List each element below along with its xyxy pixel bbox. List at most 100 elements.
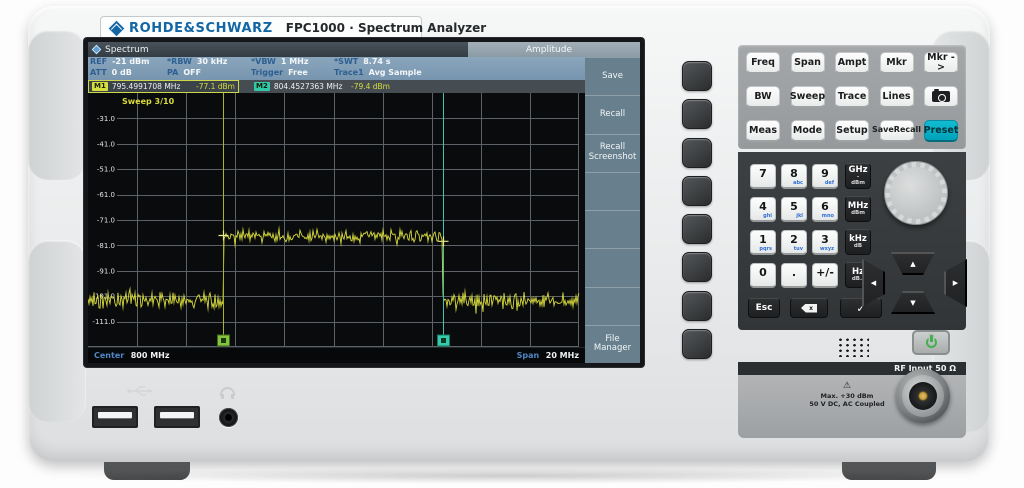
- menu-item-empty: [585, 172, 640, 210]
- setting-label: Trigger: [251, 68, 283, 77]
- softkey-button-8[interactable]: [682, 329, 712, 359]
- model-number: FPC1000: [286, 21, 345, 35]
- rf-warning: ⚠ Max. +30 dBm 50 V DC, AC Coupled: [795, 381, 899, 409]
- digit-label: 9: [813, 167, 837, 180]
- key-line: Recall: [894, 126, 921, 134]
- camera-key[interactable]: [924, 86, 958, 108]
- check-key[interactable]: ✓: [840, 298, 882, 318]
- digit-key-0[interactable]: 0: [750, 263, 776, 288]
- digit-key-8[interactable]: 8abc: [781, 164, 807, 189]
- setting-rbw: *RBW30 kHz: [167, 57, 227, 66]
- unit-key-khz[interactable]: kHzdB: [845, 229, 871, 255]
- digit-key-9[interactable]: 9def: [812, 164, 838, 189]
- key-span[interactable]: Span: [791, 52, 825, 74]
- setting-trace1: Trace1Avg Sample: [334, 68, 422, 77]
- setting-label: REF: [90, 57, 107, 66]
- key-meas[interactable]: Meas: [746, 120, 780, 142]
- key-trace[interactable]: Trace: [835, 86, 869, 108]
- unit-key-mhz[interactable]: MHzdBm: [845, 196, 871, 222]
- digit-key-2[interactable]: 2tuv: [781, 230, 807, 255]
- key-ampt[interactable]: Ampt: [835, 52, 869, 74]
- key-sweep[interactable]: Sweep: [791, 86, 825, 108]
- marker-readout-row: M1 795.4991708 MHz -77.1 dBm M2 804.4527…: [88, 80, 585, 93]
- span-label: Span: [517, 351, 540, 360]
- marker-1-badge: M1: [92, 82, 108, 91]
- headphone-jack[interactable]: [219, 408, 238, 427]
- usb-port-1[interactable]: [92, 406, 138, 428]
- setting-value: 8.74 s: [363, 57, 390, 66]
- digit-key-6[interactable]: 6mno: [812, 197, 838, 222]
- power-button[interactable]: [912, 330, 950, 355]
- softkey-button-5[interactable]: [682, 214, 712, 244]
- rotary-knob[interactable]: [884, 161, 948, 225]
- key-setup[interactable]: Setup: [835, 120, 869, 142]
- setting-value: -21 dBm: [112, 57, 149, 66]
- key-mode[interactable]: Mode: [791, 120, 825, 142]
- key-lines[interactable]: Lines: [880, 86, 914, 108]
- digit-key-7[interactable]: 7: [750, 164, 776, 189]
- digit-label: 4: [751, 200, 775, 213]
- softkey-button-4[interactable]: [682, 176, 712, 206]
- key-save-recall[interactable]: SaveRecall: [880, 120, 914, 142]
- settings-bar[interactable]: REF-21 dBm*RBW30 kHz*VBW1 MHz*SWT8.74 sA…: [88, 57, 585, 80]
- unit-label: MHz: [848, 202, 869, 211]
- softkey-button-1[interactable]: [682, 61, 712, 91]
- digit-label: .: [782, 266, 806, 279]
- softkey-button-3[interactable]: [682, 138, 712, 168]
- key-preset[interactable]: Preset: [924, 120, 958, 142]
- settings-row: REF-21 dBm*RBW30 kHz*VBW1 MHz*SWT8.74 s: [88, 57, 585, 68]
- digit-sub-label: tuv: [794, 246, 803, 252]
- menu-item-recall-screenshot[interactable]: Recall Screenshot: [585, 134, 640, 172]
- digit-label: 0: [751, 266, 775, 279]
- arrow-up-icon: ▲: [910, 260, 915, 268]
- key-mkr[interactable]: Mkr: [880, 52, 914, 74]
- menu-item-recall[interactable]: Recall: [585, 95, 640, 133]
- setting-value: OFF: [183, 68, 201, 77]
- digit-key-5[interactable]: 5jkl: [781, 197, 807, 222]
- setting-trigger: TriggerFree: [251, 68, 308, 77]
- backspace-key[interactable]: x: [790, 298, 828, 318]
- marker-2-level: -79.4 dBm: [351, 82, 390, 91]
- screen-title-bar: Spectrum Amplitude: [88, 42, 640, 57]
- setting-label: *RBW: [167, 57, 192, 66]
- esc-key-key[interactable]: Esc: [748, 298, 780, 318]
- softkey-button-2[interactable]: [682, 99, 712, 129]
- brand-name: ROHDE&SCHWARZ: [129, 21, 273, 36]
- digit-key-1[interactable]: 1pqrs: [750, 230, 776, 255]
- backspace-icon: x: [801, 304, 817, 313]
- key-bw[interactable]: BW: [746, 86, 780, 108]
- digit-key-plus-minus[interactable]: +/-: [812, 263, 838, 288]
- key-freq[interactable]: Freq: [746, 52, 780, 74]
- active-menu-title: Amplitude: [526, 45, 572, 55]
- active-menu-header: Amplitude: [468, 42, 640, 57]
- unit-sub-label: dB: [854, 244, 862, 250]
- display-bezel: Spectrum Amplitude REF -21 dBm *RBW30 kHz*…: [84, 38, 644, 367]
- rf-connector-pin: [918, 391, 928, 401]
- softkey-button-6[interactable]: [682, 252, 712, 282]
- marker-1-frequency: 795.4991708 MHz: [112, 82, 181, 91]
- key-line: Save: [872, 126, 894, 134]
- menu-item-empty: [585, 248, 640, 286]
- menu-item-save[interactable]: Save: [585, 57, 640, 95]
- marker-2-readout[interactable]: M2 804.4527363 MHz -79.4 dBm: [251, 80, 393, 93]
- unit-key-ghz[interactable]: GHz-dBm: [845, 163, 871, 189]
- digit-key-dot[interactable]: .: [781, 263, 807, 288]
- menu-item-file-manager[interactable]: File Manager: [585, 325, 640, 363]
- sweep-counter: Sweep 3/10: [122, 97, 174, 106]
- marker-1-readout[interactable]: M1 795.4991708 MHz -77.1 dBm: [88, 80, 239, 93]
- setting-att: ATT0 dB: [90, 68, 132, 77]
- marker-2-frequency: 804.4527363 MHz: [274, 82, 343, 91]
- digit-key-4[interactable]: 4ghi: [750, 197, 776, 222]
- usb-tongue: [160, 412, 194, 418]
- marker-1-level: -77.1 dBm: [196, 82, 235, 91]
- bumper-bottom-left: [28, 240, 86, 422]
- softkey-button-7[interactable]: [682, 291, 712, 321]
- digit-key-3[interactable]: 3wxyz: [812, 230, 838, 255]
- setting-value: Avg Sample: [369, 68, 422, 77]
- key-mkr-[interactable]: Mkr ->: [924, 52, 958, 74]
- usb-port-2[interactable]: [154, 406, 200, 428]
- lcd-screen: Spectrum Amplitude REF -21 dBm *RBW30 kHz*…: [88, 42, 640, 363]
- headphones-icon: [220, 387, 235, 396]
- warning-icon: ⚠: [795, 381, 899, 392]
- rf-input-connector[interactable]: [896, 369, 950, 423]
